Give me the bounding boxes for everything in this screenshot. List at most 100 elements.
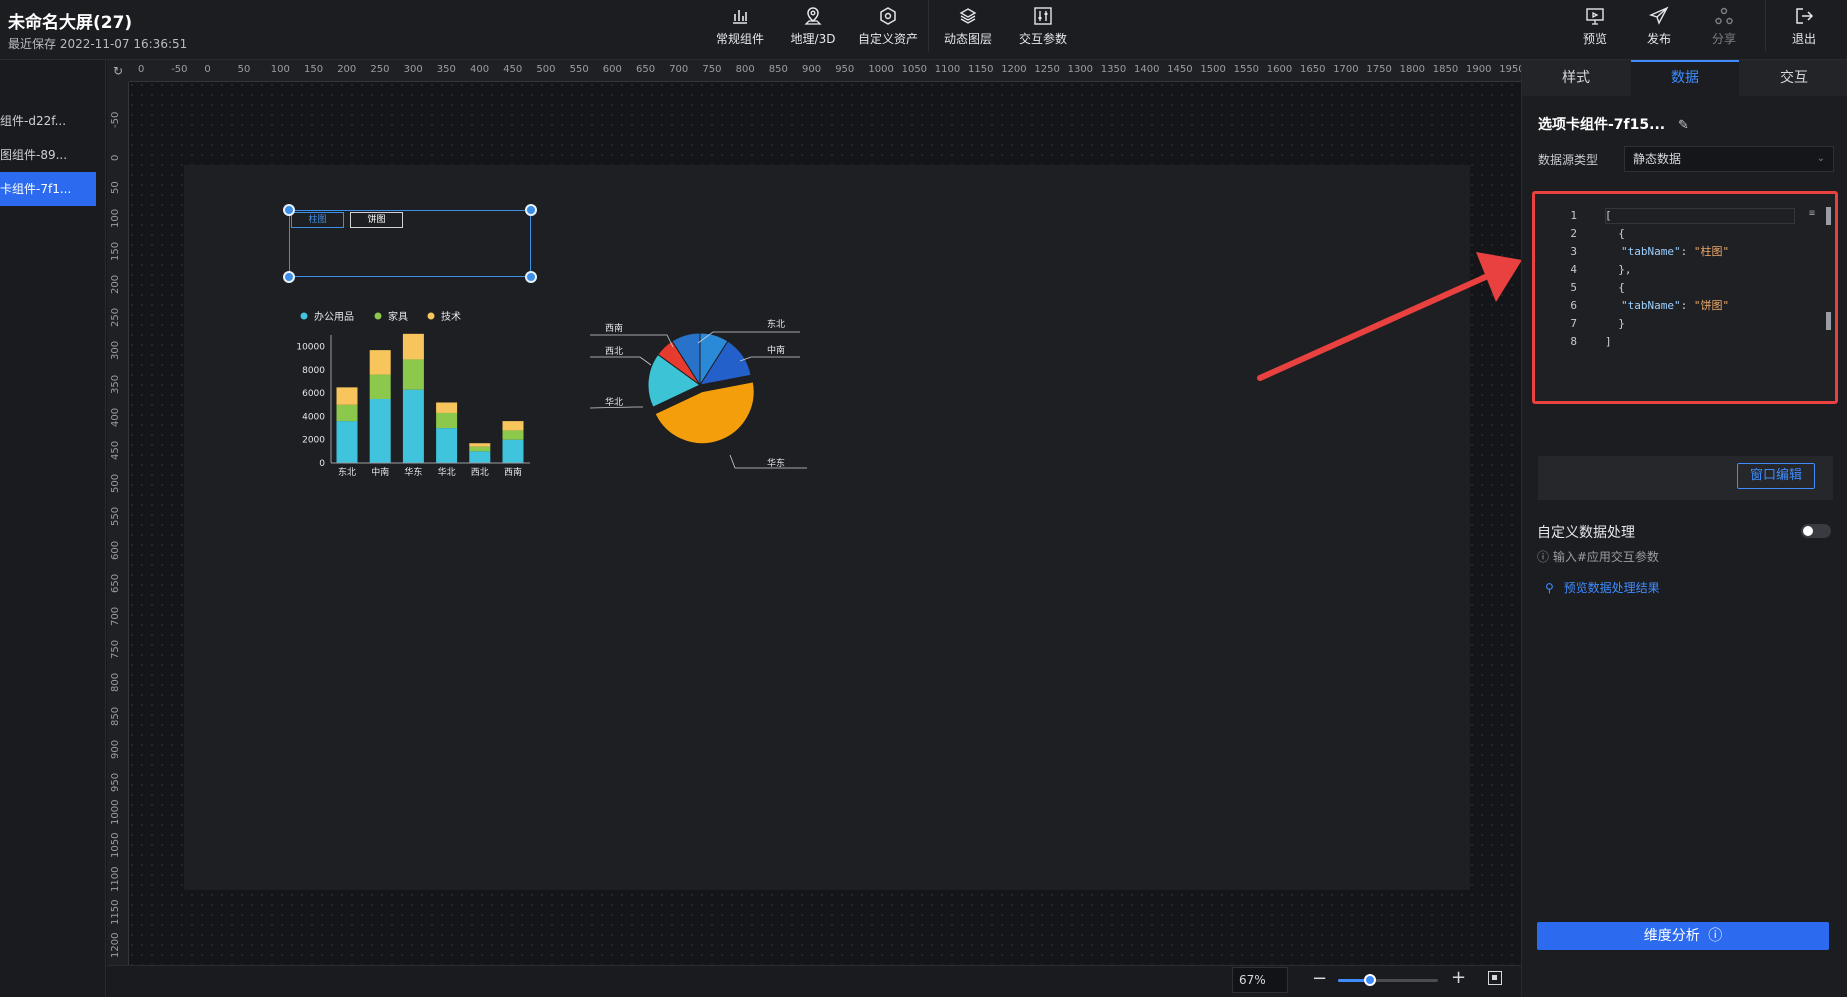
ruler-tick: 800 (735, 64, 755, 75)
x-tick-label: 西北 (471, 467, 489, 478)
resize-handle[interactable] (525, 204, 537, 216)
zoom-slider-handle[interactable] (1364, 974, 1376, 986)
dimension-analysis-button[interactable]: 维度分析 ⓘ (1537, 922, 1829, 950)
bar-segment (336, 404, 358, 422)
resize-handle[interactable] (525, 271, 537, 283)
tool-dynamic-layers[interactable]: 动态图层 (928, 6, 1008, 47)
bar-segment (502, 439, 524, 463)
tool-geo-3d[interactable]: 地理/3D (773, 6, 853, 47)
window-edit-button[interactable]: 窗口编辑 (1737, 463, 1815, 489)
ruler-tick: 1900 (1466, 64, 1492, 75)
json-code-editor[interactable]: ≡ 1[ 2 { 3 "tabName": "柱图" 4 }, 5 { 6 "tab… (1532, 191, 1838, 404)
edit-icon[interactable]: ✎ (1678, 118, 1689, 133)
tab-bar-chart[interactable]: 柱图 (291, 212, 344, 228)
zoom-in-icon[interactable]: + (1451, 967, 1466, 988)
send-icon (1649, 6, 1669, 25)
sliders-icon (1034, 7, 1052, 25)
ruler-tick: 200 (337, 64, 357, 75)
pie-label-leader (590, 334, 674, 348)
x-tick-label: 华东 (404, 466, 422, 478)
tool-regular-components[interactable]: 常规组件 (700, 6, 780, 47)
help-icon: ⓘ (1708, 928, 1723, 944)
tool-label: 动态图层 (943, 32, 992, 46)
title-block: 未命名大屏(27) 最近保存 2022-11-07 16:36:51 (8, 8, 187, 52)
pie-label: 华东 (767, 457, 785, 469)
ruler-tick: 300 (110, 341, 121, 361)
ruler-tick: 1600 (1266, 64, 1293, 75)
scrollbar-thumb[interactable] (1826, 207, 1831, 225)
tabs-component-selected[interactable]: 柱图 饼图 (283, 204, 537, 283)
share-icon (1715, 7, 1733, 25)
tool-label: 退出 (1791, 32, 1816, 46)
tool-custom-assets[interactable]: 自定义资产 (848, 6, 928, 47)
search-icon: ⚲ (1545, 581, 1554, 595)
zoom-out-icon[interactable]: − (1312, 968, 1327, 989)
ruler-tick: 1150 (110, 899, 121, 925)
ruler-tick: 300 (403, 64, 423, 75)
layer-panel: 组件-d22f... 图组件-89... 卡组件-7f1... (0, 60, 106, 997)
screen-title[interactable]: 未命名大屏(27) (8, 8, 187, 33)
ruler-tick: 1800 (1399, 64, 1426, 75)
share-button[interactable]: 分享 (1684, 6, 1764, 47)
tool-interaction-params[interactable]: 交互参数 (1003, 6, 1083, 47)
ruler-tick: 1300 (1067, 64, 1094, 75)
ruler-tick: 400 (470, 64, 490, 75)
ruler-tick: 750 (702, 64, 722, 75)
ruler-tick: 1100 (110, 866, 121, 892)
layer-item[interactable]: 图组件-89... (0, 138, 105, 172)
ruler-tick: 650 (636, 64, 656, 75)
ruler-tick: 1050 (110, 832, 121, 859)
ruler-horizontal[interactable]: 0 -50 0 50 100 150 200 250 300 350 400 450 500 550 600… (107, 60, 1525, 82)
exit-button[interactable]: 退出 (1764, 6, 1844, 47)
layer-item[interactable]: 组件-d22f... (0, 104, 105, 138)
ruler-tick: 50 (110, 181, 121, 195)
ruler-tick: 950 (110, 772, 121, 792)
ruler-tick: 1650 (1300, 64, 1326, 75)
datasource-type-select[interactable]: 静态数据 ⌄ (1624, 146, 1834, 172)
zoom-slider-track[interactable] (1338, 974, 1438, 986)
ruler-vertical[interactable]: -50 0 50 100 150 200 250 300 350 400 450 500 550 600 6… (107, 82, 129, 965)
zoom-input[interactable]: 67% (1232, 967, 1288, 993)
pie-chart[interactable]: 东北中南华东 华北 西北 西南 (585, 315, 815, 480)
ruler-tick: 1050 (901, 64, 928, 75)
bar-segment (436, 412, 458, 429)
tool-label: 预览 (1582, 32, 1607, 46)
resize-handle[interactable] (283, 271, 295, 283)
ruler-tick: 450 (110, 440, 121, 460)
ruler-tick: 950 (835, 64, 855, 75)
ruler-tick: 700 (110, 606, 121, 626)
ruler-tick: 450 (503, 64, 523, 75)
ruler-tick: 900 (802, 64, 822, 75)
resize-handle[interactable] (283, 204, 295, 216)
legend-label: 家具 (388, 310, 408, 323)
tab-data[interactable]: 数据 (1631, 60, 1739, 96)
custom-processing-toggle[interactable] (1801, 524, 1831, 538)
scrollbar-thumb[interactable] (1826, 312, 1831, 330)
ruler-reset-icon[interactable]: ↻ (107, 60, 129, 82)
fit-screen-icon[interactable] (1488, 971, 1502, 985)
stacked-bar-chart[interactable]: 办公用品 家具 技术 10000 8000 6000 4000 2000 0 东北 中南 华东… (290, 300, 540, 485)
y-tick-label: 6000 (302, 389, 325, 399)
ruler-tick: 1250 (1034, 64, 1060, 75)
preview-result-link[interactable]: ⚲ 预览数据处理结果 (1545, 579, 1660, 596)
tool-label: 分享 (1711, 32, 1736, 46)
ruler-tick: 1000 (868, 64, 894, 75)
tab-style[interactable]: 样式 (1522, 60, 1630, 96)
bar-segment (402, 333, 424, 360)
legend-label: 办公用品 (314, 310, 354, 323)
ruler-tick: 850 (110, 706, 121, 726)
ruler-tick: -50 (110, 111, 121, 128)
layer-item-selected[interactable]: 卡组件-7f1... (0, 172, 96, 206)
legend-swatch (427, 312, 435, 320)
datasource-type-label: 数据源类型 (1538, 153, 1599, 167)
legend-label: 技术 (441, 310, 461, 323)
ruler-tick: 550 (110, 507, 121, 527)
ruler-tick: 1200 (110, 932, 121, 958)
tab-interaction[interactable]: 交互 (1740, 60, 1847, 96)
ruler-tick: 250 (370, 64, 390, 75)
tab-pie-chart[interactable]: 饼图 (350, 212, 403, 228)
ruler-tick: 550 (569, 64, 589, 75)
fold-menu-icon[interactable]: ≡ (1809, 208, 1815, 219)
ruler-tick: 1100 (934, 64, 961, 75)
last-saved-time: 最近保存 2022-11-07 16:36:51 (8, 37, 188, 51)
